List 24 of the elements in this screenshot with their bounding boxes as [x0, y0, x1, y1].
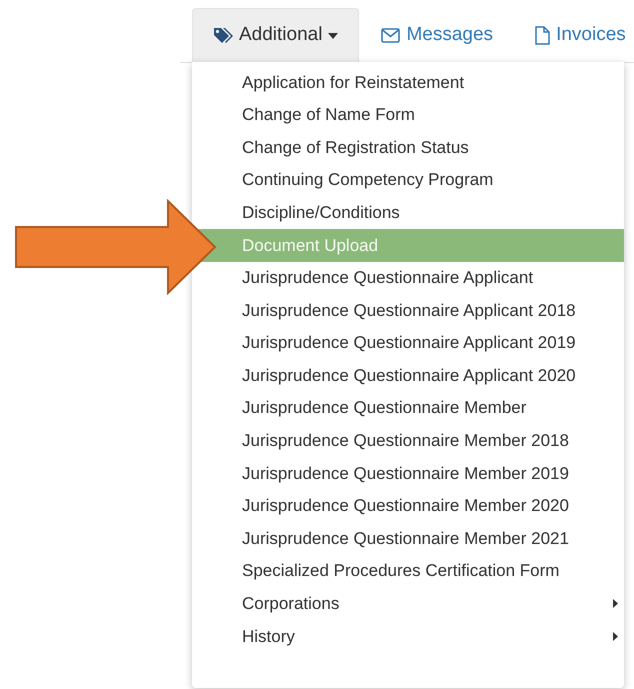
menu-item[interactable]: Application for Reinstatement	[192, 66, 624, 99]
document-icon	[535, 26, 550, 44]
nav-tab[interactable]: Messages	[361, 8, 514, 62]
menu-item[interactable]: Jurisprudence Questionnaire Member 2019	[192, 457, 624, 490]
envelope-icon	[381, 28, 400, 42]
menu-item[interactable]: Jurisprudence Questionnaire Applicant	[192, 262, 624, 294]
menu-item[interactable]: Jurisprudence Questionnaire Applicant 2019	[192, 326, 624, 360]
nav-tab[interactable]: Invoices	[515, 8, 634, 62]
menu-item[interactable]: Corporations	[192, 588, 624, 620]
menu-item[interactable]: Discipline/Conditions	[192, 196, 624, 229]
menu-item[interactable]: Jurisprudence Questionnaire Applicant 2018	[192, 294, 624, 327]
menu-item[interactable]: Specialized Procedures Certification Form	[192, 554, 624, 588]
caret-icon	[328, 32, 338, 38]
menu-item[interactable]: Change of Name Form	[192, 98, 624, 132]
menu-item[interactable]: Jurisprudence Questionnaire Member 2021	[192, 522, 624, 555]
menu-item[interactable]: History	[192, 620, 624, 653]
menu-item[interactable]: Jurisprudence Questionnaire Member	[192, 392, 624, 425]
menu-item[interactable]: Jurisprudence Questionnaire Applicant 2020	[192, 359, 624, 392]
nav-tab[interactable]: Additional	[192, 8, 360, 62]
menu-item[interactable]: Change of Registration Status	[192, 131, 624, 164]
menu-item[interactable]: Jurisprudence Questionnaire Member 2020	[192, 490, 624, 522]
menu-item[interactable]: Continuing Competency Program	[192, 164, 624, 196]
menu-item[interactable]: Jurisprudence Questionnaire Member 2018	[192, 424, 624, 458]
tags-icon	[213, 26, 233, 44]
